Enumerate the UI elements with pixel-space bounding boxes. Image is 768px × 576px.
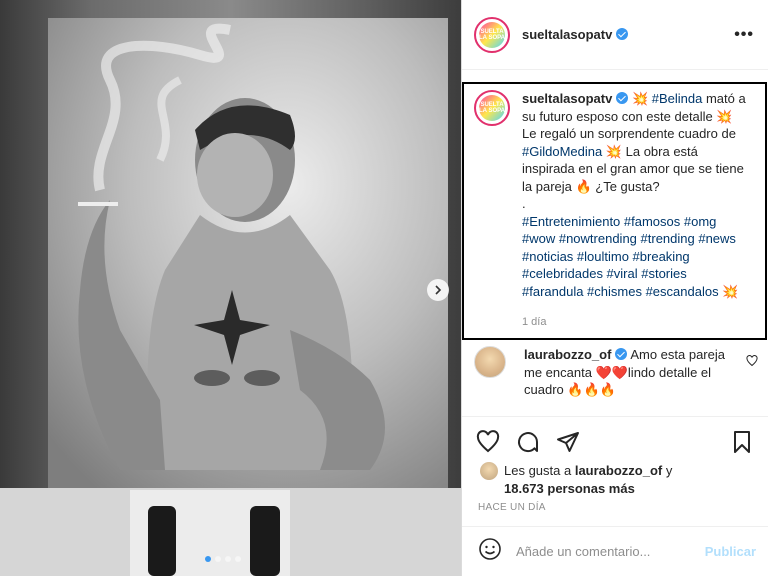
post-timestamp[interactable]: HACE UN DÍA (478, 502, 546, 513)
more-options-icon[interactable]: ••• (734, 26, 754, 44)
avatar-logo: SUELTA LA SOPA (479, 21, 505, 48)
comment-input[interactable] (516, 544, 705, 559)
likes-summary: Les gusta a laurabozzo_of y 18.673 perso… (480, 462, 672, 498)
next-image-button[interactable] (427, 279, 449, 301)
emoji-icon[interactable] (478, 537, 502, 566)
action-bar (462, 416, 768, 466)
caption-hashtag[interactable]: #Belinda (652, 91, 703, 106)
caption-separator: . (522, 196, 526, 211)
caption-avatar[interactable]: SUELTA LA SOPA (474, 90, 510, 126)
bookmark-icon[interactable] (730, 430, 754, 454)
header-username-text[interactable]: sueltalasopatv (522, 27, 612, 42)
commenter-avatar[interactable] (474, 346, 506, 378)
add-comment-bar: Publicar (462, 526, 768, 576)
verified-icon (615, 348, 628, 360)
publish-button[interactable]: Publicar (705, 544, 756, 559)
chevron-right-icon (435, 285, 442, 295)
verified-icon (616, 28, 629, 40)
comment-text: laurabozzo_of Amo esta pareja me encanta… (524, 346, 734, 399)
hashtags-text[interactable]: #Entretenimiento #famosos #omg #wow #now… (522, 214, 736, 299)
verified-icon (616, 92, 629, 104)
comment-item: laurabozzo_of Amo esta pareja me encanta… (474, 346, 766, 399)
caption-time: 1 día (522, 316, 547, 328)
post-image[interactable] (0, 0, 461, 576)
comment-icon[interactable] (516, 430, 540, 454)
carousel-dot (215, 556, 221, 562)
likes-user[interactable]: laurabozzo_of (575, 463, 662, 478)
hashtags-suffix: 💥 (718, 283, 739, 299)
painting-illustration (0, 18, 461, 576)
avatar-logo: SUELTA LA SOPA (479, 95, 505, 121)
liker-avatar[interactable] (480, 462, 498, 480)
carousel-dot (235, 556, 241, 562)
post-sidebar: SUELTA LA SOPA sueltalasopatv ••• SUELTA… (461, 0, 768, 576)
likes-mid: y (662, 463, 673, 478)
caption-text: sueltalasopatv 💥 #Belinda mató a su futu… (522, 90, 750, 330)
like-comment-icon[interactable] (746, 354, 758, 372)
comment-username[interactable]: laurabozzo_of (524, 347, 611, 362)
caption-username[interactable]: sueltalasopatv (522, 91, 612, 106)
caption-hashtag[interactable]: #GildoMedina (522, 144, 602, 159)
header-username[interactable]: sueltalasopatv (522, 27, 629, 42)
carousel-indicator (205, 556, 241, 562)
carousel-dot (205, 556, 211, 562)
post-header: SUELTA LA SOPA sueltalasopatv ••• (462, 0, 768, 70)
caption-highlight: SUELTA LA SOPA sueltalasopatv 💥 #Belinda… (462, 82, 767, 340)
like-icon[interactable] (476, 429, 500, 454)
caption-text-part: 💥 (628, 91, 652, 106)
caption-hashtags[interactable]: #Entretenimiento #famosos #omg #wow #now… (522, 213, 750, 301)
likes-count[interactable]: 18.673 personas más (504, 481, 635, 496)
carousel-dot (225, 556, 231, 562)
likes-prefix: Les gusta a (504, 463, 575, 478)
caption-content: 💥 #Belinda mató a su futuro esposo con e… (522, 91, 746, 194)
share-icon[interactable] (556, 430, 580, 454)
profile-avatar[interactable]: SUELTA LA SOPA (474, 16, 510, 53)
